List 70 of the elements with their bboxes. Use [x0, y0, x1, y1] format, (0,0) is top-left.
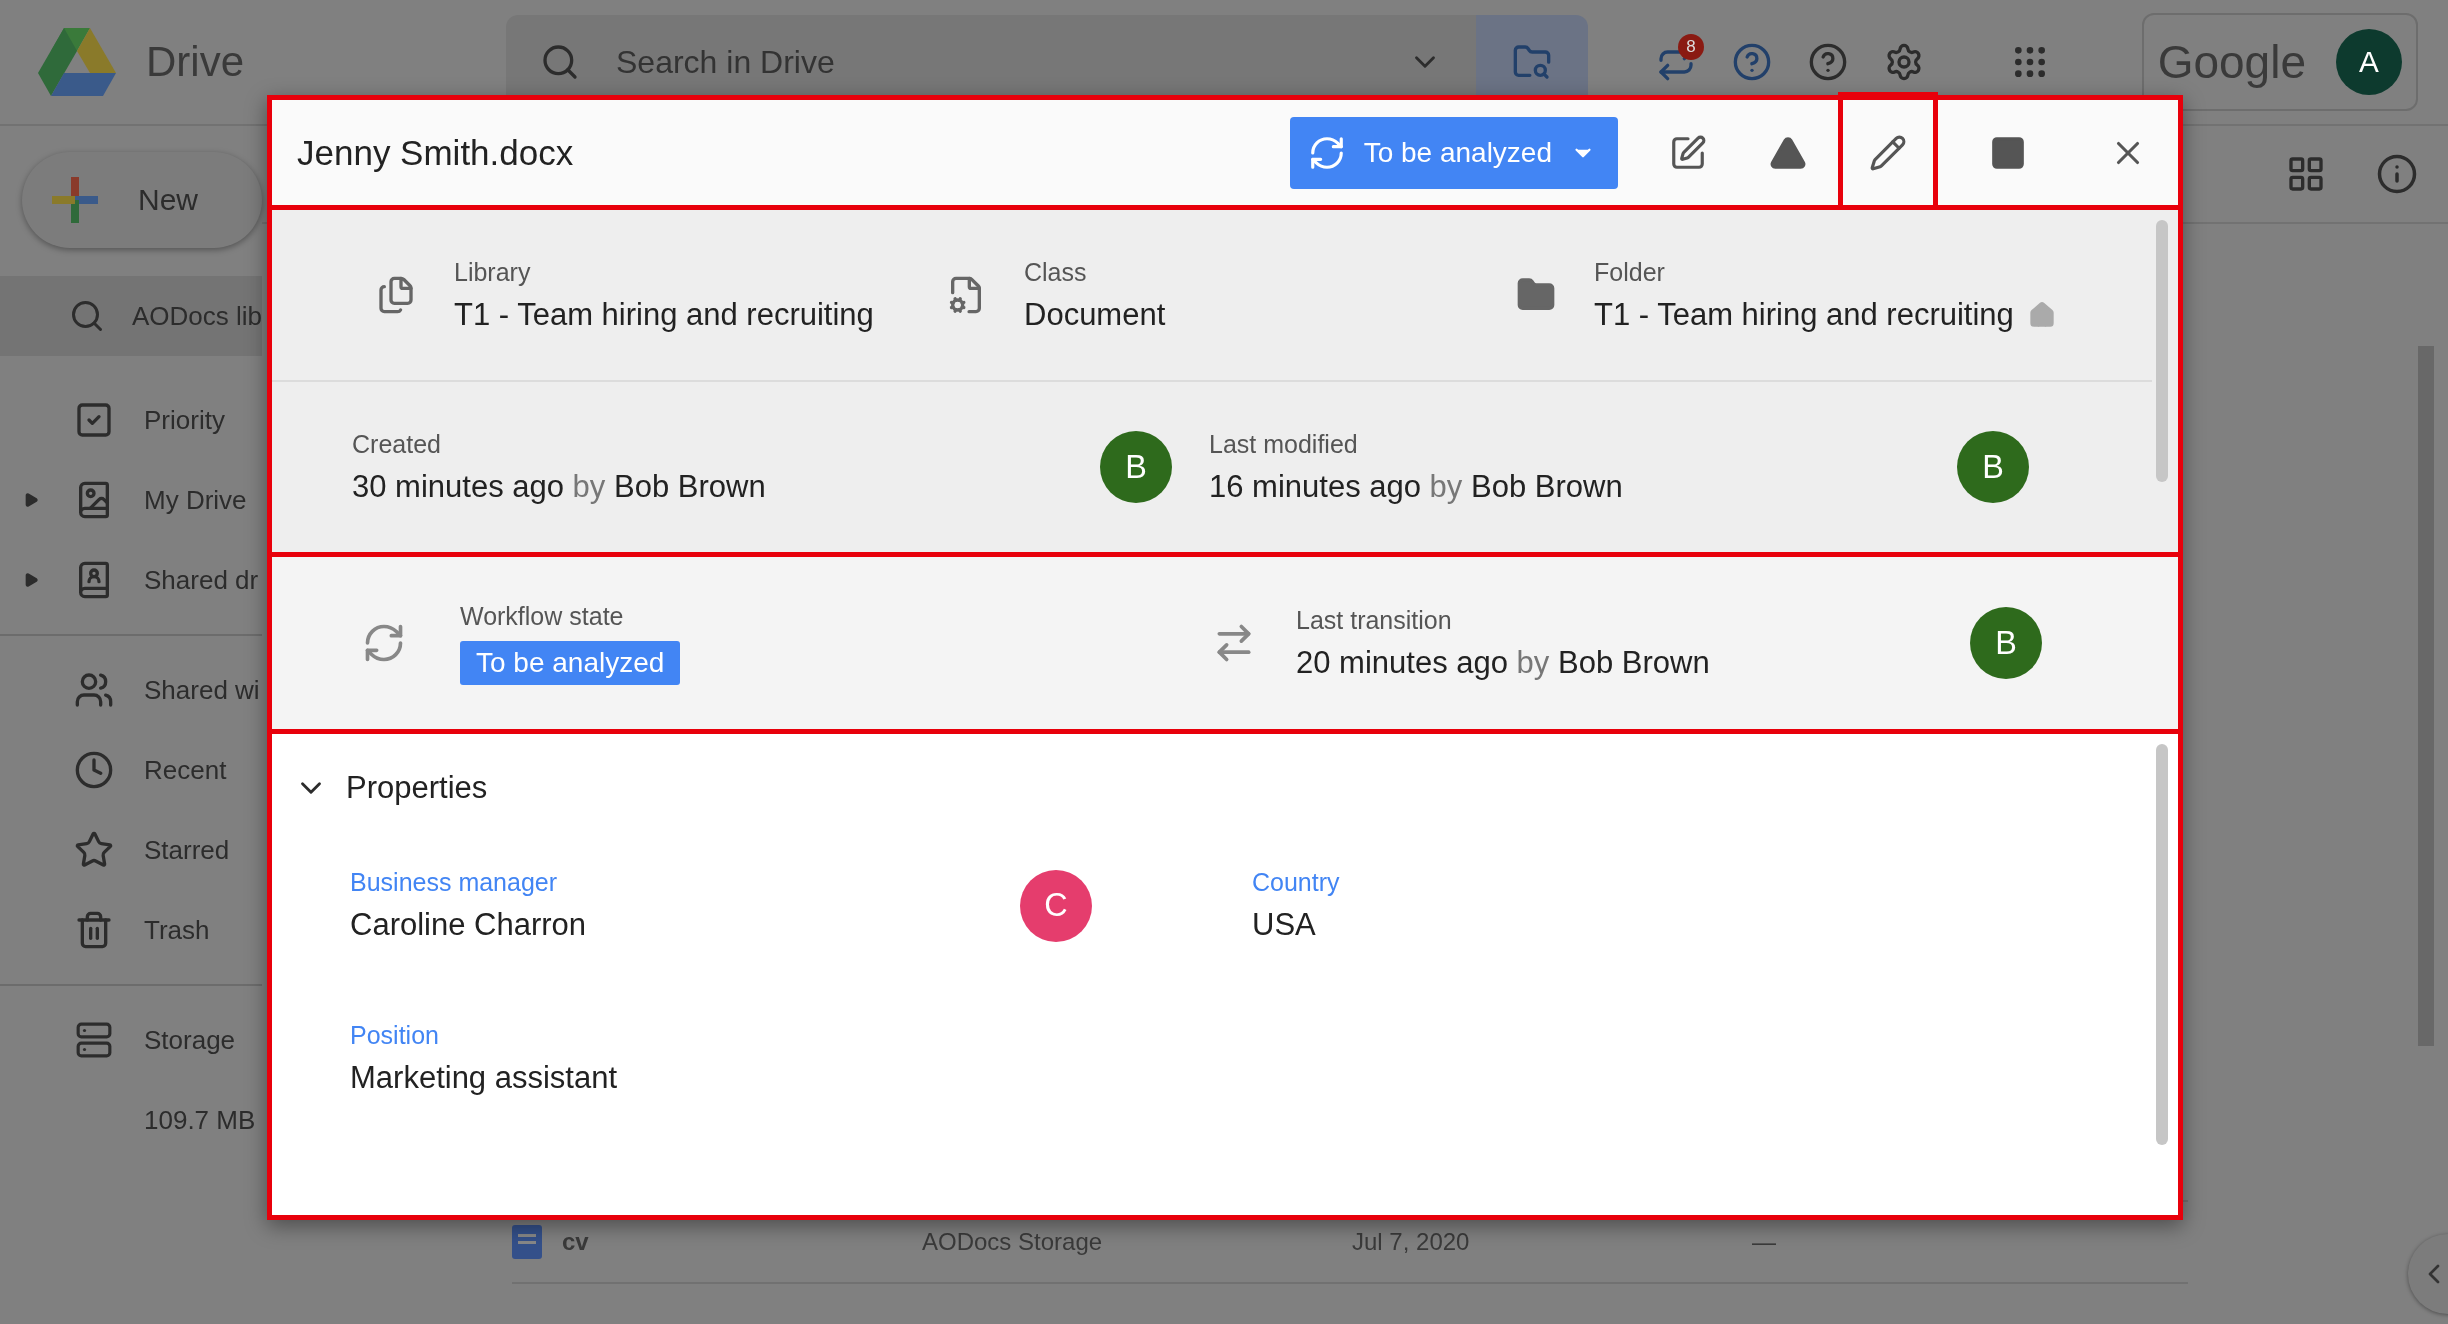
library-icon: [376, 275, 416, 315]
field-label: Last transition: [1296, 605, 1453, 635]
user-avatar: B: [1970, 607, 2042, 679]
search-icon: [540, 42, 580, 82]
field-label: Last modified: [1209, 429, 1359, 459]
people-icon: [74, 670, 114, 710]
history-text: 30 minutes ago by Bob Brown: [352, 468, 766, 505]
info-icon[interactable]: [2376, 153, 2418, 195]
field-label: Created: [352, 429, 442, 459]
file-size: —: [1752, 1228, 1777, 1256]
scrollbar[interactable]: [2156, 220, 2168, 482]
sidebar-item[interactable]: Priority: [0, 380, 262, 460]
document-icon: [512, 1225, 542, 1259]
section-title: Properties: [346, 770, 488, 806]
star-icon: [74, 830, 114, 870]
drive-logo-icon: [38, 28, 116, 96]
property-value: Caroline Charron: [350, 907, 587, 943]
sidebar-item[interactable]: Starred: [0, 810, 262, 890]
workflow-state-tag: To be analyzed: [460, 640, 681, 685]
property-label: Business manager: [350, 868, 559, 897]
checkbox-icon: [74, 400, 114, 440]
home-icon: [2027, 300, 2056, 329]
sidebar-item[interactable]: Shared dr: [0, 540, 262, 620]
notification-badge: 8: [1678, 34, 1704, 60]
expand-arrow-icon[interactable]: [23, 572, 39, 588]
folder-search-icon: [1512, 42, 1552, 82]
scrollbar[interactable]: [2156, 744, 2168, 1145]
plus-icon: [52, 177, 98, 223]
scrollbar[interactable]: [2418, 346, 2434, 1046]
user-avatar: B: [1100, 431, 1172, 503]
app-name: Drive: [146, 38, 245, 86]
history-text: 20 minutes ago by Bob Brown: [1296, 644, 1710, 681]
field-label: Class: [1024, 257, 1088, 287]
property-label: Position: [350, 1021, 440, 1050]
sidebar-item[interactable]: My Drive: [0, 460, 262, 540]
user-avatar: B: [1957, 431, 2029, 503]
pencil-icon: [1869, 133, 1907, 172]
file-location: AODocs Storage: [922, 1228, 1104, 1256]
field-label: Library: [454, 257, 532, 287]
sidebar-item[interactable]: Trash: [0, 890, 262, 970]
pen-square-icon: [1669, 133, 1707, 172]
workflow-notifications-button[interactable]: 8: [1648, 34, 1704, 90]
dialog-title: Jenny Smith.docx: [297, 132, 575, 173]
new-button[interactable]: New: [22, 152, 262, 248]
field-label: Folder: [1594, 257, 1666, 287]
sidebar-item[interactable]: Recent: [0, 730, 262, 810]
clock-icon: [74, 750, 114, 790]
help-icon: [1732, 42, 1772, 82]
property-value: Marketing assistant: [350, 1060, 618, 1096]
storage-icon: [75, 1021, 113, 1059]
history-text: 16 minutes ago by Bob Brown: [1209, 468, 1623, 505]
help-icon: [1808, 42, 1848, 82]
property-value: USA: [1252, 907, 1317, 943]
field-value: Document: [1024, 296, 1166, 333]
sidebar-item[interactable]: Shared wi: [0, 650, 262, 730]
storage-usage: 109.7 MB: [144, 1104, 256, 1136]
expand-arrow-icon[interactable]: [23, 492, 39, 508]
file-modified: Jul 7, 2020: [1352, 1228, 1471, 1256]
search-input[interactable]: Search in Drive: [614, 42, 1374, 82]
field-value: T1 - Team hiring and recruiting: [454, 296, 874, 333]
user-avatar: C: [1020, 869, 1092, 942]
file-name[interactable]: cv: [562, 1228, 922, 1256]
sidebar-search-item[interactable]: AODocs lib: [0, 276, 262, 356]
field-label: Workflow state: [460, 601, 625, 631]
field-value: T1 - Team hiring and recruiting: [1594, 296, 2014, 333]
property-label: Country: [1252, 868, 1340, 897]
sidebar-item[interactable]: Storage: [0, 1000, 262, 1080]
workflow-state-button[interactable]: To be analyzed: [1289, 116, 1618, 189]
settings-icon: [1884, 42, 1924, 82]
grid-view-icon[interactable]: [2286, 154, 2326, 194]
